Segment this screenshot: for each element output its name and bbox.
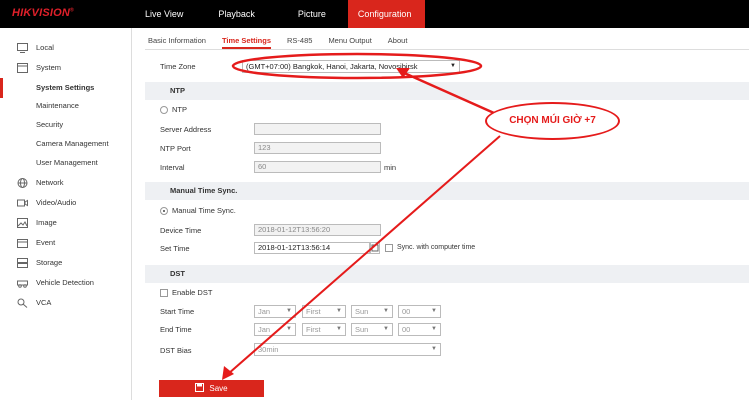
- tab-about[interactable]: About: [388, 33, 408, 49]
- sidebar-item-video-audio[interactable]: Video/Audio: [0, 193, 132, 213]
- ntp-port-input[interactable]: 123: [254, 142, 381, 154]
- end-hour-select[interactable]: 00 ▼: [398, 323, 441, 336]
- device-time-input[interactable]: 2018-01-12T13:56:20: [254, 224, 381, 236]
- sidebar-item-system[interactable]: System: [0, 58, 132, 78]
- chevron-down-icon: ▼: [431, 308, 437, 314]
- ntp-section-header: NTP: [145, 82, 749, 100]
- chevron-down-icon: ▼: [383, 326, 389, 332]
- manual-sync-radio[interactable]: [160, 207, 168, 215]
- start-week-select[interactable]: First ▼: [302, 305, 346, 318]
- time-zone-value: (GMT+07:00) Bangkok, Hanoi, Jakarta, Nov…: [246, 62, 418, 71]
- chevron-down-icon: ▼: [286, 326, 292, 332]
- sidebar-item-event[interactable]: Event: [0, 233, 132, 253]
- enable-dst-label: Enable DST: [172, 288, 213, 297]
- sidebar-item-image[interactable]: Image: [0, 213, 132, 233]
- interval-input[interactable]: 60: [254, 161, 381, 173]
- chevron-down-icon: ▼: [336, 326, 342, 332]
- sidebar-item-vca[interactable]: VCA: [0, 293, 132, 313]
- calendar-icon: [17, 239, 28, 248]
- tab-divider: [145, 49, 749, 50]
- tab-rs485[interactable]: RS-485: [287, 33, 312, 49]
- chevron-down-icon: ▼: [286, 308, 292, 314]
- chevron-down-icon: ▼: [431, 346, 437, 352]
- chevron-down-icon: ▼: [383, 308, 389, 314]
- settings-tabs: Basic Information Time Settings RS-485 M…: [148, 33, 423, 49]
- chevron-down-icon: ▼: [450, 63, 456, 69]
- manual-section-header: Manual Time Sync.: [145, 182, 749, 200]
- storage-icon: [17, 258, 28, 268]
- sync-computer-checkbox[interactable]: [385, 244, 393, 252]
- server-address-label: Server Address: [160, 125, 212, 134]
- time-zone-label: Time Zone: [160, 62, 196, 71]
- brand-logo: HIKVISION®: [12, 7, 74, 19]
- nav-playback[interactable]: Playback: [203, 0, 283, 28]
- sidebar: Local System System Settings Maintenance…: [0, 28, 132, 400]
- system-icon: [17, 63, 28, 73]
- interval-unit: min: [384, 163, 397, 172]
- vehicle-icon: [17, 280, 28, 288]
- start-time-label: Start Time: [160, 307, 195, 316]
- video-icon: [17, 199, 28, 207]
- dst-section-header: DST: [145, 265, 749, 283]
- save-button[interactable]: Save: [159, 380, 264, 397]
- end-time-label: End Time: [160, 325, 192, 334]
- enable-dst-checkbox[interactable]: [160, 289, 168, 297]
- monitor-icon: [17, 43, 28, 53]
- device-time-label: Device Time: [160, 226, 202, 235]
- ntp-port-label: NTP Port: [160, 144, 191, 153]
- image-icon: [17, 218, 28, 228]
- ntp-radio-label: NTP: [172, 105, 187, 114]
- end-week-select[interactable]: First ▼: [302, 323, 346, 336]
- nav-configuration[interactable]: Configuration: [347, 0, 426, 28]
- tab-menu-output[interactable]: Menu Output: [328, 33, 371, 49]
- calendar-picker-icon[interactable]: [370, 242, 380, 254]
- sidebar-item-network[interactable]: Network: [0, 173, 132, 193]
- save-icon: [195, 383, 205, 392]
- sidebar-item-storage[interactable]: Storage: [0, 253, 132, 273]
- set-time-label: Set Time: [160, 244, 190, 253]
- sidebar-item-system-settings[interactable]: System Settings: [0, 78, 132, 98]
- annotation-callout: CHỌN MÚI GIỜ +7: [485, 102, 620, 140]
- vca-icon: [17, 298, 28, 308]
- time-zone-select[interactable]: (GMT+07:00) Bangkok, Hanoi, Jakarta, Nov…: [242, 60, 460, 73]
- top-bar: HIKVISION® Live View Playback Picture Co…: [0, 0, 749, 28]
- nav-picture[interactable]: Picture: [283, 0, 348, 28]
- interval-label: Interval: [160, 163, 185, 172]
- ntp-radio[interactable]: [160, 106, 168, 114]
- set-time-input[interactable]: 2018-01-12T13:56:14: [254, 242, 370, 254]
- dst-bias-label: DST Bias: [160, 346, 192, 355]
- tab-time-settings[interactable]: Time Settings: [221, 33, 271, 49]
- chevron-down-icon: ▼: [431, 326, 437, 332]
- sidebar-item-vehicle-detection[interactable]: Vehicle Detection: [0, 273, 132, 293]
- top-nav: Live View Playback Picture Configuration: [128, 0, 426, 28]
- end-month-select[interactable]: Jan ▼: [254, 323, 296, 336]
- manual-sync-radio-label: Manual Time Sync.: [172, 206, 236, 215]
- server-address-input[interactable]: [254, 123, 381, 135]
- chevron-down-icon: ▼: [336, 308, 342, 314]
- tab-basic-information[interactable]: Basic Information: [148, 33, 206, 49]
- sidebar-item-user-management[interactable]: User Management: [0, 153, 132, 173]
- sidebar-item-security[interactable]: Security: [0, 115, 132, 135]
- sidebar-item-local[interactable]: Local: [0, 38, 132, 58]
- dst-bias-select[interactable]: 30min ▼: [254, 343, 441, 356]
- start-hour-select[interactable]: 00 ▼: [398, 305, 441, 318]
- globe-icon: [17, 178, 28, 188]
- sync-computer-label: Sync. with computer time: [397, 244, 476, 251]
- sidebar-item-camera-management[interactable]: Camera Management: [0, 134, 132, 154]
- nav-live-view[interactable]: Live View: [128, 0, 203, 28]
- start-month-select[interactable]: Jan ▼: [254, 305, 296, 318]
- start-day-select[interactable]: Sun ▼: [351, 305, 393, 318]
- sidebar-item-maintenance[interactable]: Maintenance: [0, 96, 132, 116]
- end-day-select[interactable]: Sun ▼: [351, 323, 393, 336]
